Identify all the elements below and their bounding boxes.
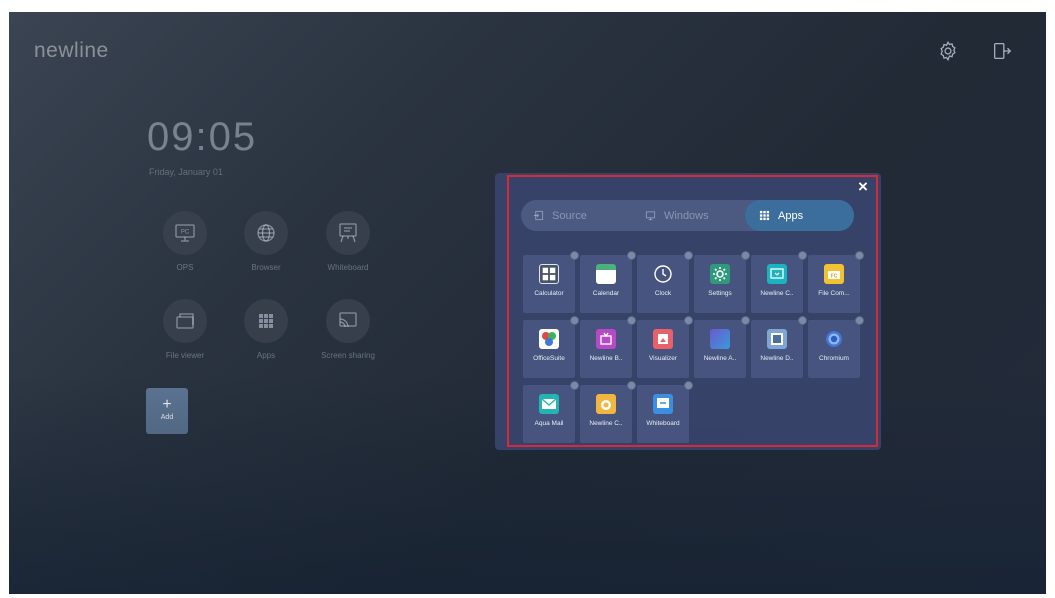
windows-icon [645, 211, 656, 221]
app-visualizer[interactable]: Visualizer [637, 316, 693, 378]
app-aqua-mail[interactable]: Aqua Mail [523, 381, 579, 443]
app-badge [627, 316, 636, 325]
panel-tab-bar: Source Windows Apps [521, 200, 854, 231]
app-label: Chromium [819, 355, 849, 362]
exit-icon[interactable] [991, 40, 1013, 62]
app-badge [570, 381, 579, 390]
home-tile-label: Browser [251, 263, 281, 272]
app-label: OfficeSuite [533, 355, 565, 362]
newline-cloud-icon [596, 394, 616, 414]
settings-icon [710, 264, 730, 284]
app-clock[interactable]: Clock [637, 251, 693, 313]
app-label: Whiteboard [646, 420, 680, 427]
home-tile-label: File viewer [165, 351, 205, 360]
add-tile-button[interactable]: + Add [146, 388, 188, 434]
svg-text:FC: FC [831, 274, 838, 280]
app-badge [627, 381, 636, 390]
cast-icon [339, 312, 357, 328]
app-newline-broadcast[interactable]: Newline B.. [580, 316, 636, 378]
app-badge [570, 316, 579, 325]
app-label: File Com... [818, 290, 850, 297]
app-label: Calculator [534, 290, 564, 297]
home-tile-file-viewer[interactable]: File viewer [140, 299, 230, 360]
app-badge [798, 251, 807, 260]
apps-grid-icon [759, 210, 770, 221]
app-file-commander[interactable]: FC File Com... [808, 251, 864, 313]
home-tile-label: OPS [176, 263, 194, 272]
gear-icon[interactable] [937, 40, 959, 62]
app-newline-display[interactable]: Newline D.. [751, 316, 807, 378]
plus-icon: + [162, 396, 172, 413]
tab-windows[interactable]: Windows [645, 200, 709, 231]
app-label: Calendar [592, 290, 620, 297]
add-label: Add [160, 414, 174, 421]
app-badge [627, 251, 636, 260]
app-label: Clock [654, 290, 672, 297]
calendar-icon [596, 264, 616, 284]
clock-date: Friday, January 01 [149, 167, 223, 177]
aqua-mail-icon [539, 394, 559, 414]
home-tile-label: Apps [256, 351, 276, 360]
app-whiteboard[interactable]: Whiteboard [637, 381, 693, 443]
apps-grid-icon [259, 314, 273, 328]
app-calculator[interactable]: Calculator [523, 251, 579, 313]
home-tile-screen-sharing[interactable]: Screen sharing [303, 299, 393, 360]
app-label: Newline C.. [589, 420, 623, 427]
file-commander-icon: FC [824, 264, 844, 284]
app-label: Newline C.. [760, 290, 794, 297]
whiteboard-icon [339, 223, 357, 243]
app-badge [855, 316, 864, 325]
app-newline-cast[interactable]: Newline C.. [751, 251, 807, 313]
folder-icon [176, 313, 194, 329]
app-chromium[interactable]: Chromium [808, 316, 864, 378]
tab-apps[interactable]: Apps [745, 200, 854, 231]
tab-label: Source [552, 209, 587, 222]
app-label: Visualizer [648, 355, 678, 362]
tab-source[interactable]: Source [533, 200, 587, 231]
source-icon [533, 210, 544, 221]
pc-icon: PC [175, 224, 195, 242]
app-newline-cloud[interactable]: Newline C.. [580, 381, 636, 443]
app-calendar[interactable]: Calendar [580, 251, 636, 313]
app-label: Newline D.. [760, 355, 794, 362]
app-badge [798, 316, 807, 325]
newline-cast-icon [767, 264, 787, 284]
home-tile-browser[interactable]: Browser [221, 211, 311, 272]
newline-broadcast-icon [596, 329, 616, 349]
close-icon[interactable]: × [855, 178, 871, 195]
app-badge [741, 251, 750, 260]
home-tile-ops[interactable]: PC OPS [140, 211, 230, 272]
home-tile-label: Whiteboard [327, 263, 369, 272]
app-badge [684, 381, 693, 390]
app-badge [741, 316, 750, 325]
app-officesuite[interactable]: OfficeSuite [523, 316, 579, 378]
app-label: Aqua Mail [534, 420, 564, 427]
chromium-icon [824, 329, 844, 349]
home-tile-whiteboard[interactable]: Whiteboard [303, 211, 393, 272]
app-label: Settings [708, 290, 732, 297]
newline-display-icon [767, 329, 787, 349]
officesuite-icon [539, 329, 559, 349]
globe-icon [257, 224, 275, 242]
app-label: Newline B.. [589, 355, 623, 362]
visualizer-icon [653, 329, 673, 349]
whiteboard-app-icon [653, 394, 673, 414]
clock-time: 09:05 [147, 115, 258, 159]
app-newline-assistant[interactable]: Newline A.. [694, 316, 750, 378]
app-settings[interactable]: Settings [694, 251, 750, 313]
app-badge [684, 251, 693, 260]
app-badge [570, 251, 579, 260]
calculator-icon [539, 264, 559, 284]
app-badge [684, 316, 693, 325]
tab-label: Apps [778, 209, 804, 222]
newline-logo: newline [34, 39, 109, 62]
home-tile-apps[interactable]: Apps [221, 299, 311, 360]
svg-text:PC: PC [181, 230, 190, 236]
clock-icon [653, 264, 673, 284]
tab-label: Windows [664, 209, 709, 222]
app-badge [855, 251, 864, 260]
newline-assistant-icon [710, 329, 730, 349]
home-tile-label: Screen sharing [321, 351, 375, 360]
app-label: Newline A.. [703, 355, 737, 362]
